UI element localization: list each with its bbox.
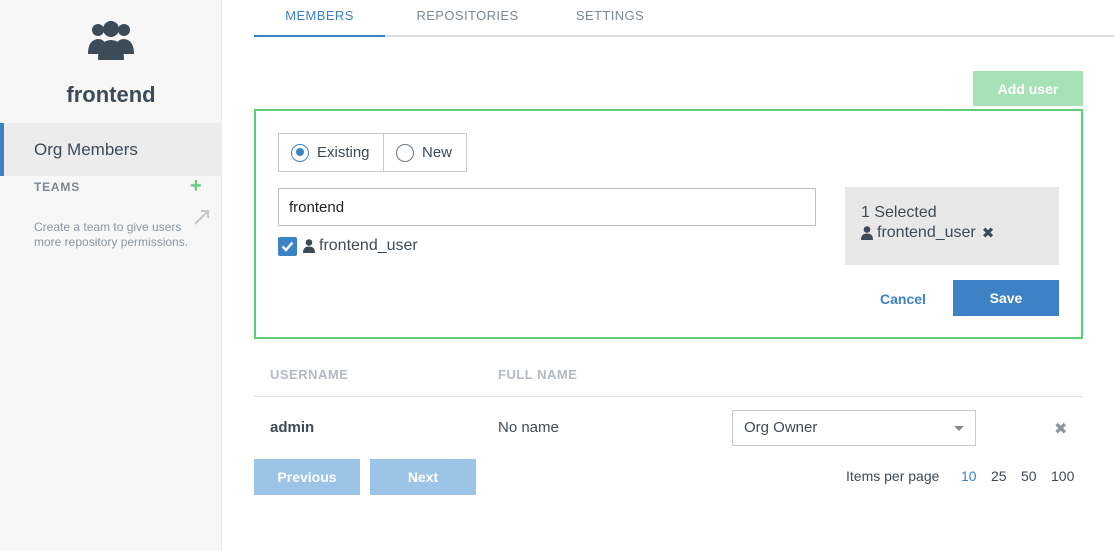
user-icon [861,226,873,240]
user-icon [303,239,315,253]
selected-count: 1 Selected [861,204,937,221]
remove-selected-icon[interactable]: ✖ [982,224,995,242]
checkbox-checked-icon[interactable] [278,236,297,256]
selected-users-box: 1 Selected frontend_user ✖ [845,187,1059,265]
search-result-item[interactable]: frontend_user [278,235,418,257]
radio-new[interactable]: New [384,134,466,171]
role-select-value: Org Owner [744,419,818,436]
teams-help-text: Create a team to give users more reposit… [34,220,189,249]
teams-heading: TEAMS [34,180,80,194]
users-icon [88,21,134,60]
radio-unselected-icon [396,143,414,162]
caret-down-icon [954,426,964,431]
tab-settings[interactable]: SETTINGS [560,0,660,37]
tab-repositories[interactable]: REPOSITORIES [402,0,533,37]
cancel-button[interactable]: Cancel [868,281,938,317]
items-per-page-label: Items per page [846,468,940,484]
radio-new-label: New [422,144,453,161]
next-button[interactable]: Next [370,459,476,495]
search-result-username: frontend_user [319,237,418,254]
radio-existing[interactable]: Existing [279,134,384,171]
role-select[interactable]: Org Owner [732,410,976,446]
sidebar-item-org-members[interactable]: Org Members [0,123,222,176]
save-button[interactable]: Save [953,280,1059,316]
radio-selected-icon [291,143,309,162]
sidebar: frontend Org Members TEAMS + Create a te… [0,0,222,551]
add-user-button[interactable]: Add user [973,71,1083,106]
selected-username: frontend_user [877,224,976,241]
row-username: admin [270,419,315,436]
team-name: frontend [66,82,156,107]
plus-icon[interactable]: + [190,176,202,196]
user-search-input[interactable] [278,188,816,226]
items-per-page-100[interactable]: 100 [1051,468,1074,484]
selected-user-chip: frontend_user ✖ [861,224,1043,242]
column-header-username: USERNAME [270,367,349,382]
radio-existing-label: Existing [317,144,370,161]
user-type-radio-group: Existing New [278,133,467,172]
items-per-page-25[interactable]: 25 [991,468,1007,484]
remove-member-icon[interactable]: ✖ [1054,419,1067,439]
tab-bar: MEMBERS REPOSITORIES SETTINGS [254,0,1114,37]
add-user-panel: Existing New frontend_user 1 Selected fr… [254,109,1083,339]
table-divider [254,396,1083,397]
items-per-page-10[interactable]: 10 [961,468,977,484]
column-header-full-name: FULL NAME [498,367,578,382]
items-per-page-50[interactable]: 50 [1021,468,1037,484]
previous-button[interactable]: Previous [254,459,360,495]
row-full-name: No name [498,419,559,436]
tab-members[interactable]: MEMBERS [254,0,385,37]
